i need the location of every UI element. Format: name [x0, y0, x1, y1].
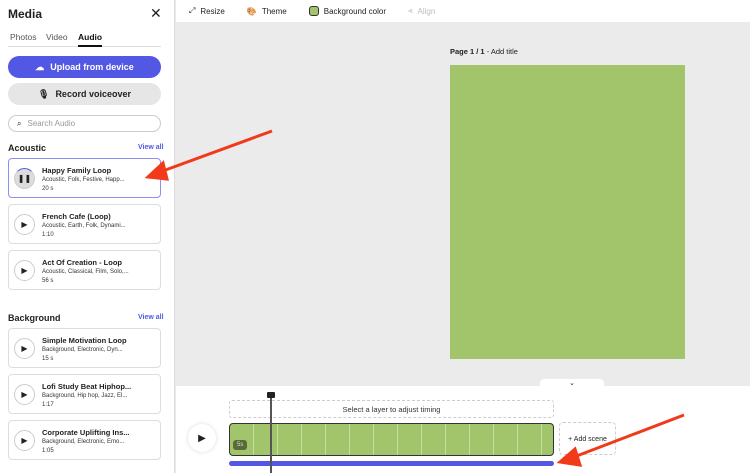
audio-duration: 1:10 — [42, 232, 54, 238]
audio-duration: 56 s — [42, 278, 54, 284]
scene-track[interactable]: 5s — [229, 423, 554, 456]
audio-duration: 15 s — [42, 356, 54, 362]
record-label: Record voiceover — [55, 89, 131, 99]
audio-item[interactable]: ▶ Act Of Creation - Loop Acoustic, Classic… — [8, 250, 161, 290]
page-label: Page 1 / 1 - Add title — [450, 47, 518, 56]
panel-title: Media — [8, 7, 43, 21]
resize-button[interactable]: ⤢ Resize — [189, 6, 225, 16]
duration-badge: 5s — [233, 440, 248, 450]
resize-icon: ⤢ — [189, 6, 196, 15]
audio-title: Simple Motivation Loop — [42, 336, 127, 345]
tab-audio[interactable]: Audio — [78, 32, 103, 47]
tab-video[interactable]: Video — [46, 32, 68, 42]
canvas-page[interactable] — [450, 65, 685, 359]
cloud-upload-icon: ☁ — [35, 61, 45, 72]
audio-item[interactable]: ▶ Corporate Uplifting Ins... Background, E… — [8, 420, 161, 460]
audio-track[interactable] — [229, 461, 554, 466]
add-title-link[interactable]: Add title — [491, 47, 518, 56]
background-color-button[interactable]: Background color — [308, 6, 386, 16]
play-button[interactable]: ▶ — [188, 424, 216, 452]
tab-photos[interactable]: Photos — [10, 32, 36, 42]
color-swatch-icon — [308, 6, 319, 16]
audio-tags: Background, Hip hop, Jazz, El... — [42, 393, 128, 399]
audio-tags: Background, Electronic, Dyn... — [42, 347, 123, 353]
pause-icon[interactable]: ❚❚ — [14, 168, 35, 189]
audio-title: Happy Family Loop — [42, 166, 112, 175]
audio-tags: Acoustic, Classical, Film, Solo,... — [42, 269, 129, 275]
play-icon: ▶ — [198, 432, 206, 444]
play-icon[interactable]: ▶ — [14, 214, 35, 235]
close-icon[interactable]: ✕ — [150, 5, 162, 22]
audio-item[interactable]: ▶ French Cafe (Loop) Acoustic, Earth, Folk… — [8, 204, 161, 244]
section-title: Acoustic — [8, 143, 47, 153]
play-icon[interactable]: ▶ — [14, 384, 35, 405]
audio-tags: Acoustic, Earth, Folk, Dynami... — [42, 223, 126, 229]
audio-item[interactable]: ❚❚ Happy Family Loop Acoustic, Folk, Festi… — [8, 158, 161, 198]
theme-label: Theme — [261, 6, 287, 16]
add-scene-button[interactable]: + Add scene — [559, 422, 616, 455]
toolbar: ⤢ Resize 🎨 Theme Background color ⫷ Align — [176, 0, 750, 22]
upload-label: Upload from device — [50, 62, 134, 72]
bg-label: Background color — [323, 6, 386, 16]
media-panel: Media ✕ Photos Video Audio ☁ Upload from … — [0, 0, 175, 473]
search-icon: ⌕ — [17, 118, 22, 128]
record-voiceover-button[interactable]: 🎙 Record voiceover — [8, 83, 161, 105]
section-title: Background — [8, 313, 61, 323]
audio-title: Act Of Creation - Loop — [42, 258, 122, 267]
audio-title: French Cafe (Loop) — [42, 212, 111, 221]
resize-label: Resize — [200, 6, 225, 16]
align-label: Align — [417, 6, 436, 16]
align-button: ⫷ Align — [408, 6, 435, 16]
view-all-link[interactable]: View all — [138, 144, 164, 151]
audio-title: Corporate Uplifting Ins... — [42, 428, 130, 437]
align-icon: ⫷ — [408, 6, 413, 15]
page-number: Page 1 / 1 — [450, 47, 485, 56]
chevron-down-icon[interactable]: ⌄ — [540, 379, 604, 389]
play-icon[interactable]: ▶ — [14, 260, 35, 281]
microphone-icon: 🎙 — [38, 88, 50, 99]
play-icon[interactable]: ▶ — [14, 338, 35, 359]
palette-icon: 🎨 — [246, 6, 257, 16]
view-all-link[interactable]: View all — [138, 314, 164, 321]
audio-item[interactable]: ▶ Simple Motivation Loop Background, Elect… — [8, 328, 161, 368]
media-tabs: Photos Video Audio — [8, 32, 161, 47]
timing-hint: Select a layer to adjust timing — [229, 400, 554, 418]
upload-button[interactable]: ☁ Upload from device — [8, 56, 161, 78]
audio-duration: 20 s — [42, 186, 54, 192]
audio-item[interactable]: ▶ Lofi Study Beat Hiphop... Background, Hi… — [8, 374, 161, 414]
playhead-handle[interactable] — [267, 392, 275, 473]
audio-title: Lofi Study Beat Hiphop... — [42, 382, 132, 391]
audio-duration: 1:05 — [42, 448, 54, 454]
audio-tags: Background, Electronic, Emo... — [42, 439, 125, 445]
play-icon[interactable]: ▶ — [14, 430, 35, 451]
search-input[interactable]: ⌕ Search Audio — [8, 115, 161, 132]
theme-button[interactable]: 🎨 Theme — [247, 7, 287, 16]
audio-tags: Acoustic, Folk, Festive, Happ... — [42, 177, 125, 183]
search-placeholder: Search Audio — [27, 119, 76, 128]
audio-duration: 1:17 — [42, 402, 54, 408]
